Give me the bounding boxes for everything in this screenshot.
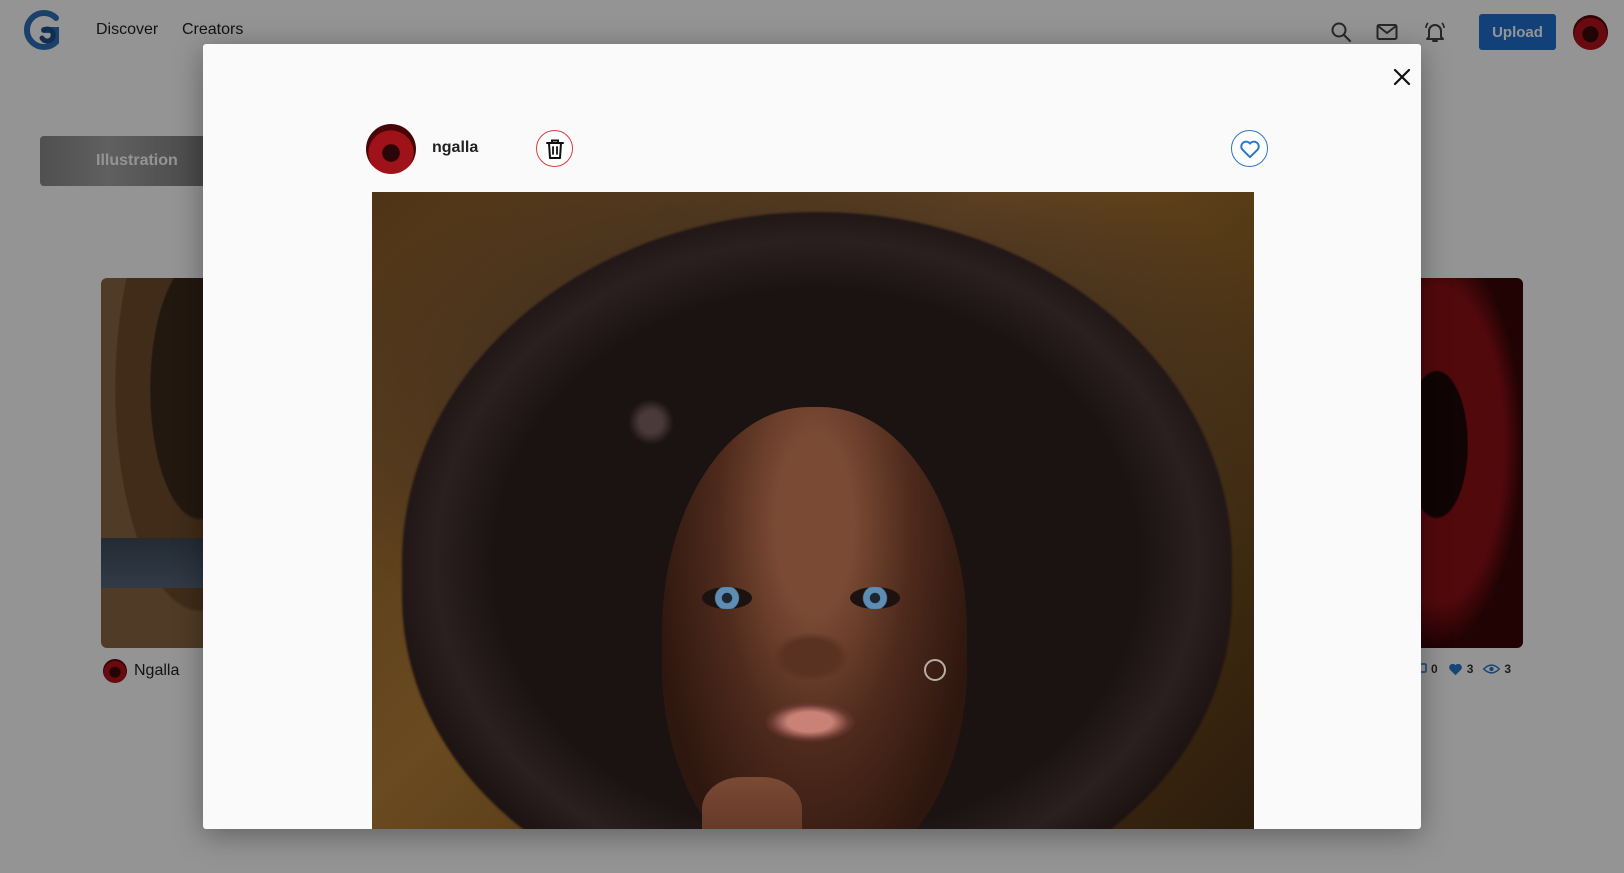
- artwork-lips: [765, 702, 855, 742]
- close-button[interactable]: [1389, 64, 1415, 90]
- artwork-hand: [702, 777, 802, 829]
- artwork-image: [372, 192, 1254, 829]
- artwork-eye: [702, 587, 752, 609]
- like-button[interactable]: [1231, 130, 1268, 167]
- trash-icon: [545, 139, 564, 159]
- artwork-nose: [772, 632, 850, 682]
- artwork-modal: ngalla: [203, 44, 1421, 829]
- author-name[interactable]: ngalla: [432, 139, 478, 157]
- artwork-eye: [850, 587, 900, 609]
- delete-button[interactable]: [536, 130, 573, 167]
- artwork-face: [662, 407, 967, 829]
- artwork-earring: [924, 659, 946, 681]
- close-icon: [1393, 68, 1411, 86]
- author-avatar[interactable]: [366, 124, 416, 174]
- heart-icon: [1239, 140, 1260, 158]
